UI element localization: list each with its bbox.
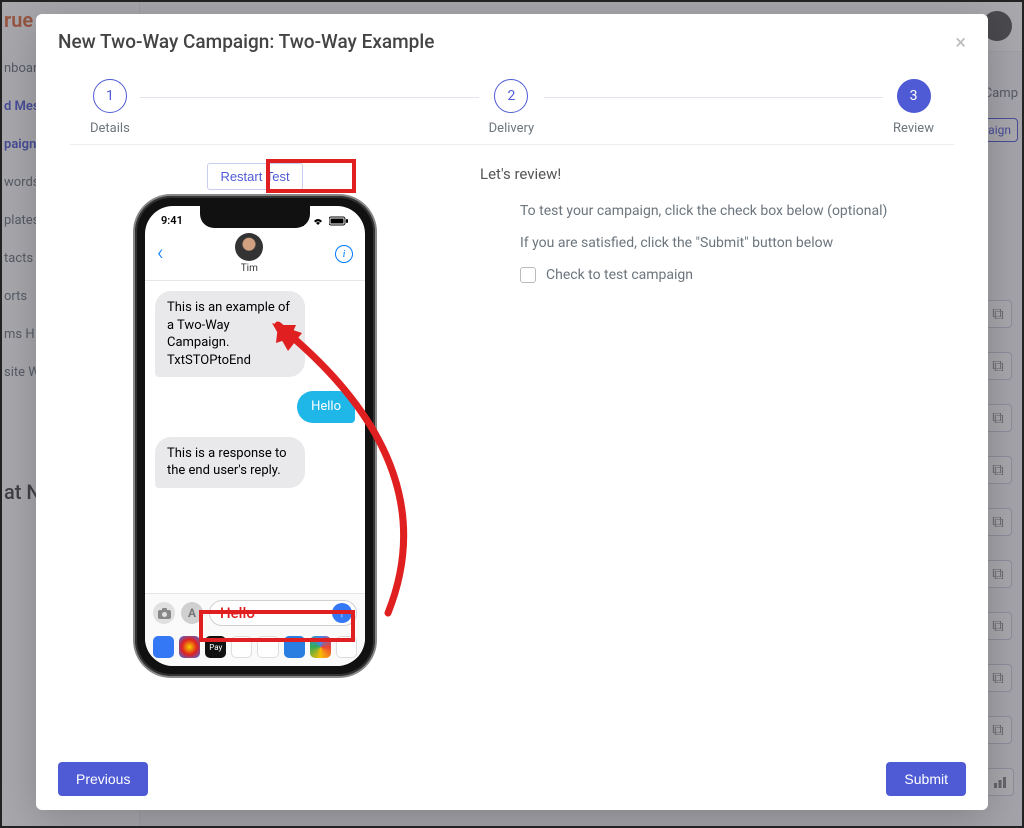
tray-app-icon[interactable]: Pay: [205, 636, 226, 658]
step-number: 2: [494, 79, 528, 113]
phone-screen: 9:41 ‹ Ti: [145, 206, 365, 666]
messages-list: This is an example of a Two-Way Campaign…: [145, 281, 365, 593]
tray-app-icon[interactable]: [179, 636, 200, 658]
tray-app-icon[interactable]: [336, 636, 357, 658]
step-label: Details: [90, 121, 130, 136]
preview-column: Restart Test 9:41: [70, 163, 440, 676]
step-number: 1: [93, 79, 127, 113]
phone-frame: 9:41 ‹ Ti: [135, 196, 375, 676]
phone-notch: [200, 206, 310, 228]
tray-app-icon[interactable]: [284, 636, 305, 658]
message-incoming: This is an example of a Two-Way Campaign…: [155, 291, 305, 377]
review-heading: Let's review!: [480, 165, 954, 183]
submit-button[interactable]: Submit: [886, 762, 966, 796]
input-text: Hello: [220, 604, 255, 622]
back-chevron-icon[interactable]: ‹: [157, 241, 164, 266]
app-tray: Pay: [145, 632, 365, 666]
campaign-modal: New Two-Way Campaign: Two-Way Example × …: [36, 14, 988, 810]
contact-header[interactable]: Tim: [235, 233, 263, 274]
modal-header: New Two-Way Campaign: Two-Way Example ×: [36, 14, 988, 69]
modal-body: 1 Details 2 Delivery 3 Review Restart Te…: [36, 69, 988, 750]
message-input-bar: A Hello ↑: [145, 593, 365, 632]
test-campaign-checkbox[interactable]: [520, 267, 536, 283]
review-instruction-1: To test your campaign, click the check b…: [480, 203, 954, 219]
restart-test-button[interactable]: Restart Test: [207, 163, 302, 190]
contact-avatar: [235, 233, 263, 261]
appstore-icon[interactable]: A: [181, 602, 203, 624]
messages-nav-bar: ‹ Tim i: [145, 229, 365, 281]
wifi-icon: [311, 216, 325, 226]
previous-button[interactable]: Previous: [58, 762, 148, 796]
status-time: 9:41: [161, 214, 183, 227]
modal-footer: Previous Submit: [36, 750, 988, 810]
step-delivery[interactable]: 2 Delivery: [479, 79, 545, 136]
test-campaign-label: Check to test campaign: [546, 267, 693, 283]
message-outgoing: Hello: [297, 391, 355, 423]
tray-app-icon[interactable]: [231, 636, 252, 658]
step-label: Delivery: [489, 121, 535, 136]
phone-preview: 9:41 ‹ Ti: [135, 196, 375, 676]
battery-icon: [329, 216, 349, 226]
contact-name: Tim: [235, 263, 263, 274]
step-number: 3: [897, 79, 931, 113]
step-label: Review: [893, 121, 934, 136]
tray-app-icon[interactable]: [310, 636, 331, 658]
test-campaign-row: Check to test campaign: [480, 267, 954, 283]
modal-title: New Two-Way Campaign: Two-Way Example: [58, 30, 434, 53]
stepper: 1 Details 2 Delivery 3 Review: [70, 79, 954, 145]
camera-icon[interactable]: [153, 602, 175, 624]
close-icon[interactable]: ×: [955, 32, 966, 52]
step-details[interactable]: 1 Details: [80, 79, 140, 136]
tray-app-icon[interactable]: [153, 636, 174, 658]
step-review[interactable]: 3 Review: [883, 79, 944, 136]
review-instruction-2: If you are satisfied, click the "Submit"…: [480, 235, 954, 251]
info-icon[interactable]: i: [335, 245, 353, 263]
message-incoming: This is a response to the end user's rep…: [155, 437, 305, 488]
review-column: Let's review! To test your campaign, cli…: [460, 163, 954, 676]
tray-app-icon[interactable]: [257, 636, 278, 658]
content-row: Restart Test 9:41: [70, 163, 954, 676]
message-input[interactable]: Hello ↑: [209, 600, 357, 626]
send-button[interactable]: ↑: [332, 603, 352, 623]
